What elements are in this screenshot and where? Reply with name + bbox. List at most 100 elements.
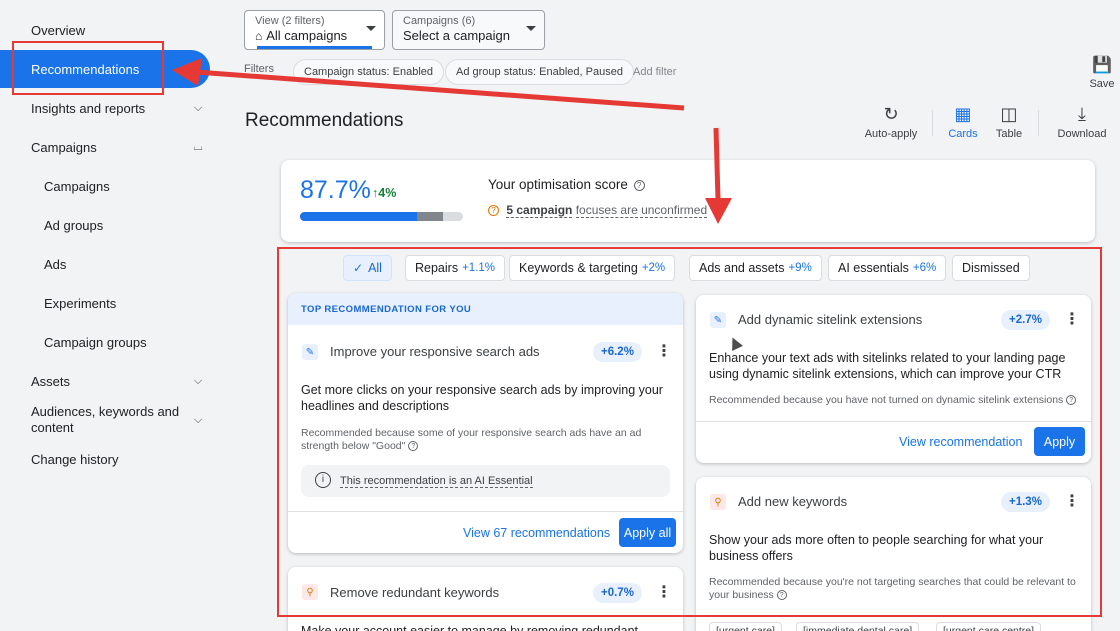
rsa-title: Improve your responsive search ads bbox=[330, 344, 540, 359]
toolbar-divider bbox=[1038, 110, 1039, 136]
sidebar-item-campaigns[interactable]: Campaigns bbox=[0, 176, 210, 196]
download-icon: ⤓ bbox=[1078, 104, 1086, 124]
save-button[interactable]: 💾 Save bbox=[1087, 56, 1117, 90]
more-options-icon[interactable]: ⋮ bbox=[1064, 491, 1080, 511]
view-dropdown[interactable]: View (2 filters) ⌂ All campaigns bbox=[244, 10, 385, 50]
warning-help-icon: ? bbox=[488, 205, 499, 217]
cards-view-button[interactable]: ▦ Cards bbox=[945, 104, 981, 140]
table-view-button[interactable]: ◫ Table bbox=[991, 104, 1027, 140]
chevron-down-icon: ⌵ bbox=[193, 413, 203, 426]
download-label: Download bbox=[1057, 128, 1107, 140]
redundant-badge: +0.7% bbox=[593, 583, 642, 603]
chevron-down-icon: ⌵ bbox=[193, 374, 203, 387]
more-options-icon[interactable]: ⋮ bbox=[656, 341, 672, 361]
help-icon[interactable]: ? bbox=[776, 590, 787, 601]
sidebar-item-label: Assets bbox=[31, 373, 71, 389]
sidebar-item-ads[interactable]: Ads bbox=[0, 254, 210, 274]
table-icon: ◫ bbox=[1000, 104, 1018, 124]
score-number: 87.7% bbox=[300, 176, 371, 204]
save-icon: 💾 bbox=[1092, 57, 1112, 74]
keyword-chip: [immediate dental care] bbox=[796, 622, 920, 631]
page-title: Recommendations bbox=[245, 110, 404, 131]
keyword-chip: [urgent care centre] bbox=[936, 622, 1042, 631]
sidebar-item-change-history[interactable]: Change history bbox=[0, 449, 210, 469]
keywords-why-text: Recommended because you're not targeting… bbox=[709, 576, 1076, 601]
keywords-why: Recommended because you're not targeting… bbox=[709, 576, 1084, 602]
tab-repairs[interactable]: Repairs +1.1% bbox=[405, 255, 506, 281]
campaign-dropdown-value: Select a campaign bbox=[403, 28, 510, 43]
sidebar-item-insights-and-reports[interactable]: Insights and reports ⌵ bbox=[0, 98, 210, 118]
tab-label: Dismissed bbox=[962, 261, 1020, 275]
sitelink-badge: +2.7% bbox=[1001, 310, 1050, 330]
apply-button[interactable]: Apply bbox=[1034, 427, 1085, 456]
keywords-body: Show your ads more often to people searc… bbox=[709, 533, 1044, 563]
campaign-dropdown-caption: Campaigns (6) bbox=[403, 15, 476, 27]
rsa-why: Recommended because some of your respons… bbox=[301, 427, 676, 453]
sidebar-item-campaign-groups[interactable]: Campaign groups bbox=[0, 332, 210, 352]
ai-essential-note: i This recommendation is an AI Essential bbox=[301, 465, 670, 497]
sidebar-item-experiments[interactable]: Experiments bbox=[0, 293, 210, 313]
help-icon[interactable]: ? bbox=[633, 179, 645, 191]
tab-keywords-targeting[interactable]: Keywords & targeting +2% bbox=[509, 255, 676, 281]
chevron-down-icon: ⌵ bbox=[193, 101, 203, 114]
more-options-icon[interactable]: ⋮ bbox=[656, 582, 672, 602]
score-note: ? 5 campaign focuses are unconfirmed bbox=[488, 203, 708, 218]
help-icon[interactable]: ? bbox=[408, 441, 419, 452]
view-67-recommendations-link[interactable]: View 67 recommendations bbox=[463, 526, 610, 540]
sitelink-body: Enhance your text ads with sitelinks rel… bbox=[709, 351, 1066, 381]
score-title-text: Your optimisation score bbox=[488, 177, 628, 192]
tab-ai-essentials[interactable]: AI essentials +6% bbox=[828, 255, 947, 281]
top-recommendation-label: TOP RECOMMENDATION FOR YOU bbox=[301, 304, 472, 315]
auto-apply-icon: ↻ bbox=[883, 104, 899, 124]
help-icon[interactable]: ? bbox=[1066, 395, 1077, 406]
main-content: View (2 filters) ⌂ All campaigns Campaig… bbox=[215, 0, 1120, 631]
tab-pct: +1.1% bbox=[462, 262, 496, 274]
more-options-icon[interactable]: ⋮ bbox=[1064, 309, 1080, 329]
ai-essential-link[interactable]: This recommendation is an AI Essential bbox=[340, 475, 533, 488]
sidebar-item-overview[interactable]: Overview bbox=[0, 20, 210, 40]
ad-edit-icon: ✎ bbox=[710, 312, 726, 328]
tab-pct: +9% bbox=[788, 262, 812, 274]
redundant-title: Remove redundant keywords bbox=[330, 585, 500, 600]
rsa-body: Get more clicks on your responsive searc… bbox=[301, 383, 663, 413]
tab-pct: +6% bbox=[912, 262, 937, 274]
filter-chip-campaign-status[interactable]: Campaign status: Enabled bbox=[293, 59, 445, 85]
cards-icon: ▦ bbox=[954, 104, 972, 124]
cards-label: Cards bbox=[948, 128, 978, 140]
tab-label: Repairs bbox=[415, 261, 459, 275]
sidebar-item-ad-groups[interactable]: Ad groups bbox=[0, 215, 210, 235]
tab-all[interactable]: ✓ All bbox=[343, 255, 392, 281]
card-divider bbox=[696, 421, 1091, 422]
sidebar-item-campaigns-group[interactable]: Campaigns ⌴ bbox=[0, 137, 210, 157]
sitelink-why-text: Recommended because you have not turned … bbox=[709, 394, 1064, 406]
dropdown-arrow-icon bbox=[526, 26, 536, 31]
optimisation-score-card: 87.7% ↑4% Your optimisation score ? ? 5 … bbox=[281, 160, 1095, 242]
sidebar-item-label: Audiences, keywords and content bbox=[31, 404, 180, 435]
tab-ads-assets[interactable]: Ads and assets +9% bbox=[689, 255, 822, 281]
sidebar-item-assets[interactable]: Assets ⌵ bbox=[0, 371, 210, 391]
redundant-keywords-card: ⚲ Remove redundant keywords +0.7% ⋮ Make… bbox=[288, 567, 683, 631]
sidebar-item-audiences[interactable]: Audiences, keywords and content ⌵ bbox=[0, 403, 210, 437]
view-recommendation-link[interactable]: View recommendation bbox=[899, 435, 1022, 449]
campaign-dropdown[interactable]: Campaigns (6) Select a campaign bbox=[392, 10, 545, 50]
search-icon: ⚲ bbox=[302, 584, 318, 600]
download-button[interactable]: ⤓ Download bbox=[1057, 104, 1107, 140]
new-keywords-card: ⚲ Add new keywords +1.3% ⋮ Show your ads… bbox=[696, 477, 1091, 631]
add-filter-link[interactable]: Add filter bbox=[633, 66, 676, 78]
sitelink-title: Add dynamic sitelink extensions bbox=[738, 312, 923, 327]
apply-all-button[interactable]: Apply all bbox=[619, 518, 676, 547]
info-timer-icon: i bbox=[315, 472, 331, 488]
dropdown-arrow-icon bbox=[366, 26, 376, 31]
score-change-value: 4% bbox=[378, 186, 397, 200]
keywords-title: Add new keywords bbox=[738, 494, 848, 509]
filter-chip-ad-group-status[interactable]: Ad group status: Enabled, Paused bbox=[445, 59, 634, 85]
campaign-focus-link[interactable]: 5 campaign bbox=[506, 203, 573, 218]
table-label: Table bbox=[995, 128, 1023, 140]
card-divider bbox=[288, 511, 683, 512]
sidebar-item-recommendations[interactable]: Recommendations bbox=[0, 50, 210, 88]
score-progress-fill-primary bbox=[300, 212, 418, 221]
redundant-body: Make your account easier to manage by re… bbox=[301, 624, 638, 631]
sidebar-item-label: Change history bbox=[31, 451, 119, 467]
auto-apply-button[interactable]: ↻ Auto-apply bbox=[863, 104, 919, 140]
tab-dismissed[interactable]: Dismissed bbox=[952, 255, 1030, 281]
